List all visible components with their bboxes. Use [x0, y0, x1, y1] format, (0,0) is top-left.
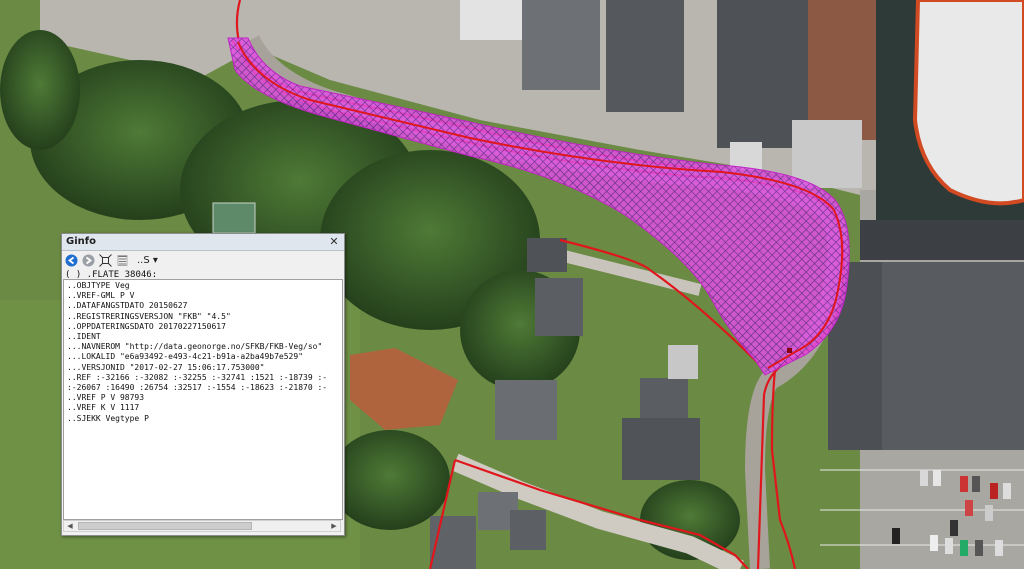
- ginfo-line: ..OBJTYPE Veg: [67, 281, 130, 290]
- small-shed: [730, 142, 762, 170]
- list-icon[interactable]: [116, 254, 129, 267]
- ginfo-line: ..SJEKK Vegtype P: [67, 413, 149, 423]
- selected-vertex: [787, 348, 792, 353]
- house: [510, 510, 546, 550]
- house: [535, 278, 583, 336]
- scroll-right-icon[interactable]: ▶: [328, 521, 340, 531]
- ginfo-line: ..VREF P V 98793: [67, 393, 145, 403]
- warehouse: [792, 120, 862, 188]
- ginfo-line: ...VERSJONID "2017-02-27 15:06:17.753000…: [67, 362, 265, 372]
- building-strip: [860, 220, 1024, 260]
- warehouse: [808, 0, 876, 140]
- scrollbar-thumb[interactable]: [78, 522, 252, 530]
- ginfo-line: ..REF :-32166 :-32082 :-32255 :-32741 :1…: [67, 372, 328, 382]
- ginfo-line: ..OPPDATERINGSDATO 20170227150617: [67, 321, 226, 331]
- ginfo-line: ..VREF-GML P V: [67, 291, 135, 301]
- sports-court: [212, 202, 256, 234]
- ginfo-text-area[interactable]: ..OBJTYPE Veg ..VREF-GML P V ..DATAFANGS…: [63, 279, 343, 520]
- warehouse: [460, 0, 522, 40]
- ginfo-line: ..VREF K V 1117: [67, 403, 140, 413]
- horizontal-scrollbar[interactable]: ◀ ▶: [63, 520, 341, 532]
- ginfo-dropdown[interactable]: ..S ▾: [137, 255, 158, 266]
- scroll-left-icon[interactable]: ◀: [64, 521, 76, 531]
- house: [495, 380, 557, 440]
- forward-arrow-icon[interactable]: [82, 254, 95, 267]
- ginfo-line: ..IDENT: [67, 332, 101, 342]
- warehouse: [606, 0, 684, 112]
- ginfo-line: ...NAVNEROM "http://data.geonorge.no/SFK…: [67, 342, 323, 352]
- ginfo-titlebar[interactable]: Ginfo ✕: [62, 234, 344, 251]
- house: [622, 418, 700, 480]
- warehouse: [522, 0, 600, 90]
- ginfo-lines: ..OBJTYPE Veg ..VREF-GML P V ..DATAFANGS…: [64, 280, 342, 424]
- house: [640, 378, 688, 418]
- back-arrow-icon[interactable]: [65, 254, 78, 267]
- close-icon[interactable]: ✕: [327, 234, 341, 250]
- ginfo-line: ...LOKALID "e6a93492-e493-4c21-b91a-a2ba…: [67, 352, 304, 362]
- ginfo-toolbar: ..S ▾: [62, 251, 344, 269]
- ginfo-line: :-26067 :16490 :26754 :32517 :-1554 :-18…: [67, 383, 328, 393]
- house: [527, 238, 567, 272]
- ginfo-window[interactable]: Ginfo ✕ ..S ▾ ( ) .FLATE 38046: ..OBJTYP…: [61, 233, 345, 536]
- ginfo-line: ..DATAFANGSTDATO 20150627: [67, 301, 188, 311]
- ginfo-line: ..REGISTRERINGSVERSJON "FKB" "4.5": [67, 311, 231, 321]
- house: [668, 345, 698, 379]
- large-warehouse-roof: [882, 262, 1024, 450]
- ginfo-title: Ginfo: [66, 236, 96, 247]
- zoom-extent-icon[interactable]: [99, 253, 112, 267]
